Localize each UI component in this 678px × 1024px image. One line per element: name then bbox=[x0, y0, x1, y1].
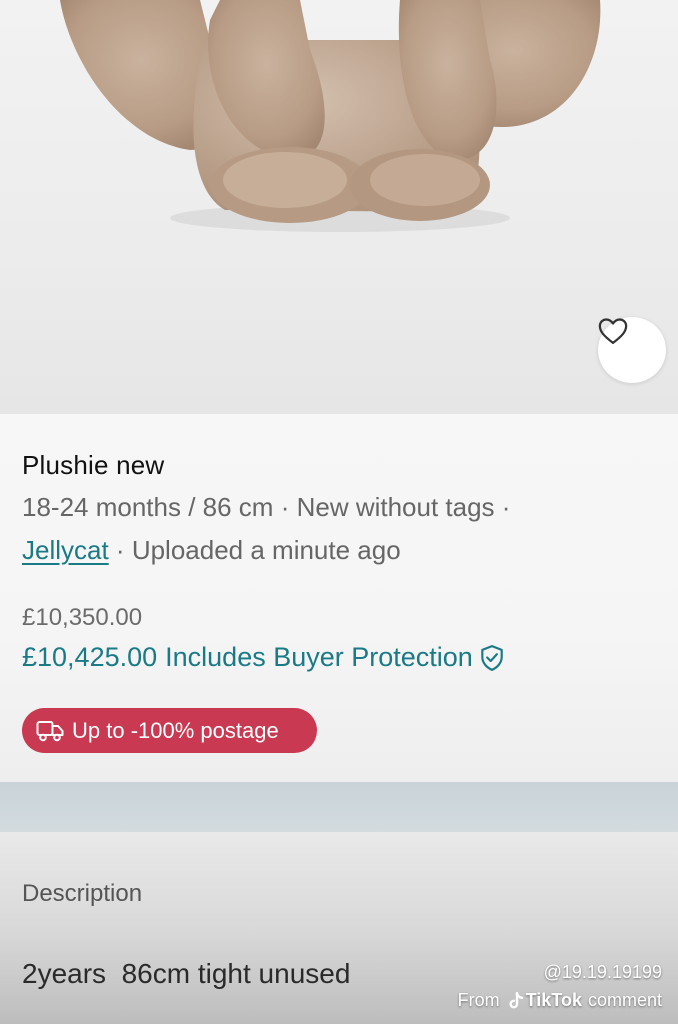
item-condition: New without tags bbox=[296, 492, 495, 522]
item-meta-line: 18-24 months / 86 cm · New without tags … bbox=[22, 492, 510, 523]
plush-bunny-image bbox=[60, 0, 601, 232]
meta-separator: · bbox=[494, 492, 511, 522]
shield-check-icon bbox=[481, 644, 503, 671]
item-title: Plushie new bbox=[22, 450, 165, 480]
brand-link[interactable]: Jellycat bbox=[22, 535, 109, 565]
tiktok-watermark: From TikTok comment bbox=[458, 990, 662, 1011]
product-photo[interactable] bbox=[0, 0, 678, 414]
upload-time: Uploaded a minute ago bbox=[131, 535, 401, 565]
buyer-protection-label: Includes Buyer Protection bbox=[165, 642, 473, 672]
tiktok-logo-icon bbox=[508, 991, 524, 1010]
meta-separator: · bbox=[108, 535, 132, 565]
buyer-protection-price[interactable]: £10,425.00 Includes Buyer Protection bbox=[22, 642, 505, 673]
description-text: 2years 86cm tight unused bbox=[22, 958, 351, 989]
item-meta-line-2: Jellycat · Uploaded a minute ago bbox=[22, 535, 401, 566]
postage-discount-badge[interactable]: Up to -100% postage bbox=[22, 708, 317, 753]
watermark-from: From bbox=[457, 990, 500, 1010]
item-price: £10,350.00 bbox=[22, 604, 143, 631]
section-divider bbox=[0, 782, 678, 832]
total-price: £10,425.00 bbox=[22, 642, 158, 672]
truck-icon bbox=[36, 720, 64, 742]
meta-separator: · bbox=[273, 492, 297, 522]
favorite-button[interactable] bbox=[598, 317, 666, 383]
description-heading: Description bbox=[22, 880, 143, 907]
watermark-username: @19.19.19199 bbox=[543, 962, 662, 982]
watermark-app-name: TikTok bbox=[525, 990, 582, 1010]
heart-icon bbox=[598, 318, 628, 344]
postage-badge-label: Up to -100% postage bbox=[72, 717, 279, 743]
watermark-suffix: comment bbox=[587, 990, 662, 1010]
item-size: 18-24 months / 86 cm bbox=[22, 492, 274, 522]
